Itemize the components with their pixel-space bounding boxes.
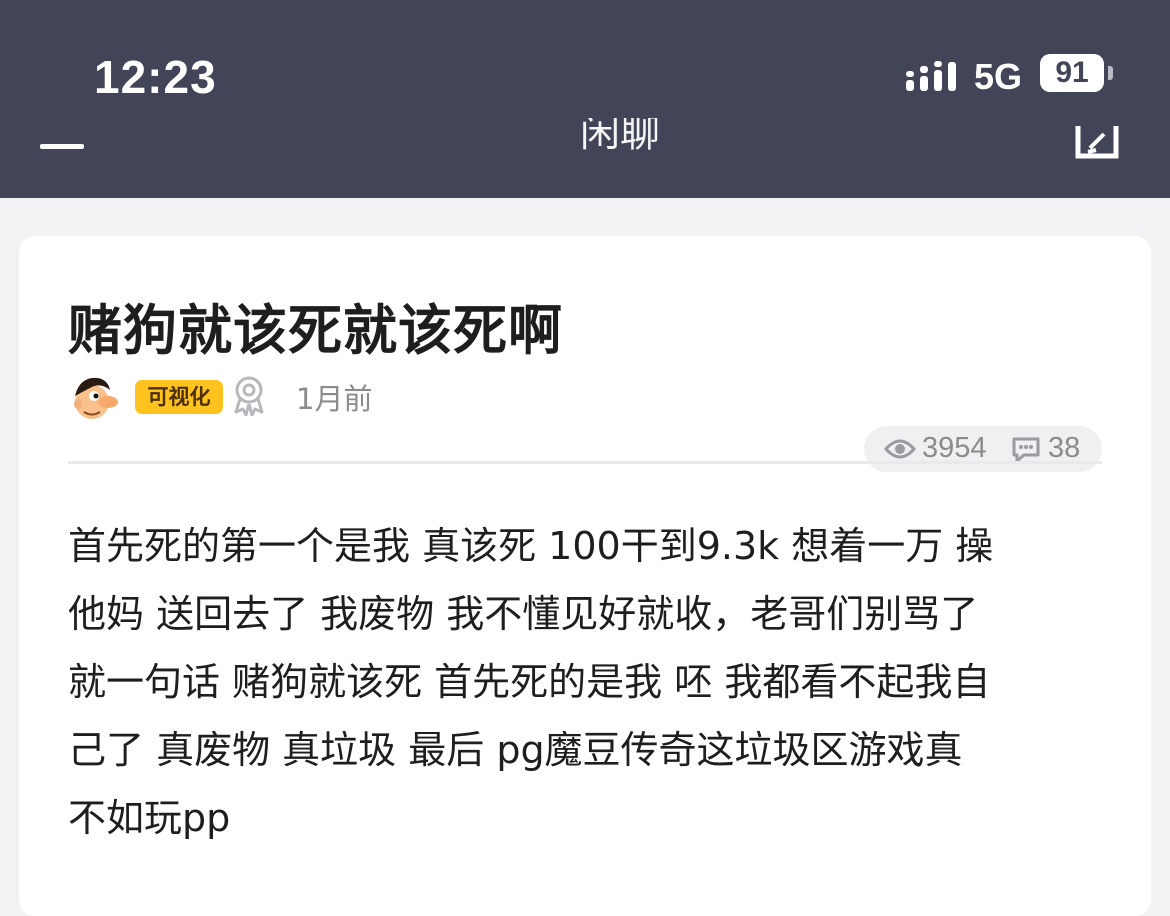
post-time: 1月前 xyxy=(296,382,373,416)
post-title: 赌狗就该死就该死啊 xyxy=(68,299,563,362)
post-body-line: 他妈 送回去了 我废物 我不懂见好就收，老哥们别骂了 xyxy=(68,592,979,636)
post-body-line: 就一句话 赌狗就该死 首先死的是我 呸 我都看不起我自 xyxy=(68,660,991,704)
comment-icon xyxy=(1012,437,1040,463)
author-tag: 可视化 xyxy=(135,380,223,414)
nav-title: 闲聊 xyxy=(500,118,740,158)
post-body: 首先死的第一个是我 真该死 100干到9.3k 想着一万 操 他妈 送回去了 我… xyxy=(68,512,1098,852)
signal-icon xyxy=(906,61,956,91)
network-type: 5G xyxy=(974,56,1023,97)
medal-icon xyxy=(234,376,264,416)
edit-icon[interactable] xyxy=(1074,126,1120,160)
divider xyxy=(68,461,1102,464)
post-body-line: 首先死的第一个是我 真该死 100干到9.3k 想着一万 操 xyxy=(68,524,994,568)
status-time: 12:23 xyxy=(94,51,217,103)
battery-tip xyxy=(1108,66,1113,80)
nav-title-text: 闲聊 xyxy=(580,118,660,156)
battery-indicator: 91 xyxy=(1040,54,1104,92)
avatar[interactable] xyxy=(70,372,120,422)
top-header: 12:23 5G 91 闲聊 xyxy=(0,0,1170,198)
post-body-line: 不如玩pp xyxy=(68,796,231,840)
menu-icon[interactable] xyxy=(40,124,84,150)
post-body-line: 己了 真废物 真垃圾 最后 pg魔豆传奇这垃圾区游戏真 xyxy=(68,728,963,772)
eye-icon xyxy=(884,439,916,459)
